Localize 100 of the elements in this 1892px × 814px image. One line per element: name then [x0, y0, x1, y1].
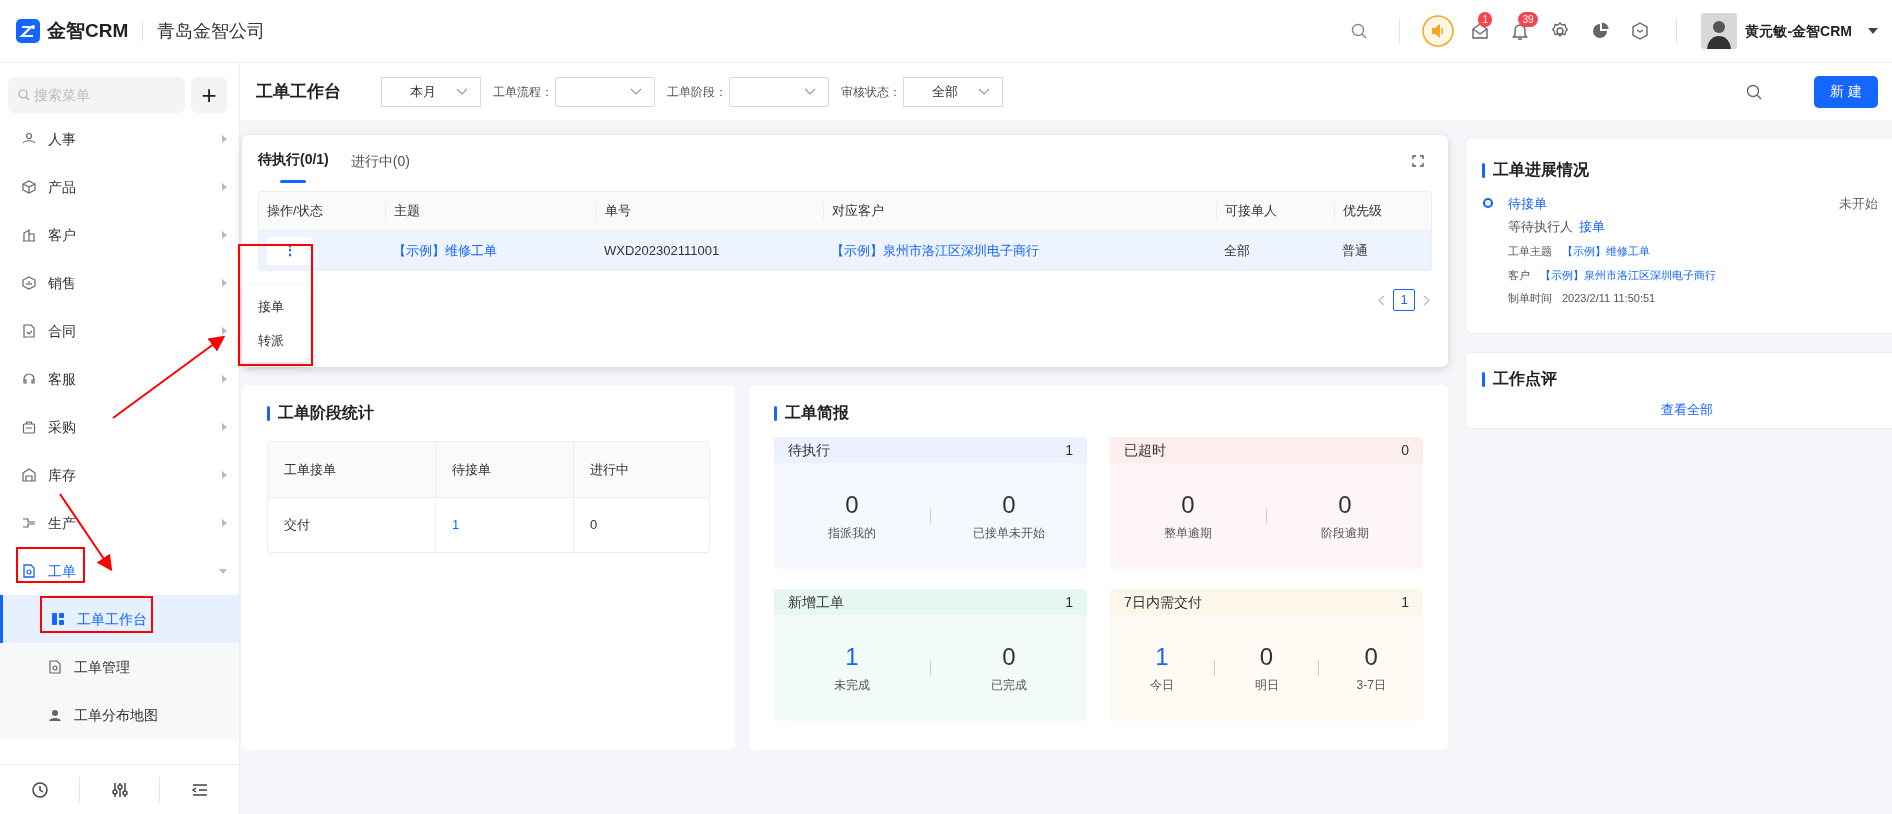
chevron-down-icon [630, 88, 642, 95]
caret-down-icon [219, 568, 227, 574]
search-icon[interactable] [1746, 83, 1762, 100]
field-link[interactable]: 【示例】泉州市洛江区深圳电子商行 [1540, 266, 1716, 283]
step-name: 待接单 [1508, 195, 1547, 213]
title-marker [1482, 162, 1485, 178]
step-status: 未开始 [1839, 195, 1878, 213]
metric-value: 1 [1155, 642, 1169, 672]
tab[interactable]: 进行中(0) [350, 139, 410, 183]
menu-item[interactable]: 接单 [242, 290, 310, 324]
metric-label: 今日 [1149, 677, 1174, 694]
metric-label: 3-7日 [1356, 677, 1386, 694]
menu-item[interactable]: 转派 [242, 324, 310, 358]
column-header: 单号 [596, 201, 823, 221]
section-title: 工作点评 [1493, 369, 1557, 389]
add-button[interactable]: + [191, 77, 227, 113]
accept-link[interactable]: 接单 [1579, 216, 1605, 236]
search-icon[interactable] [1351, 23, 1368, 39]
column-header: 进行中 [573, 442, 709, 497]
section-title: 工单简报 [785, 403, 849, 423]
chevron-down-icon [804, 88, 816, 95]
sidebar-item[interactable]: 生产 [0, 499, 239, 547]
pie-chart-icon[interactable] [1590, 21, 1611, 41]
panel-title: 待执行 [788, 440, 830, 460]
column-header: 对应客户 [823, 201, 1216, 221]
sidebar-item[interactable]: 客服 [0, 355, 239, 403]
panel-count: 1 [1401, 592, 1409, 612]
metric-value: 0 [1181, 490, 1195, 520]
caret-right-icon [222, 327, 227, 335]
sidebar-item[interactable]: 合同 [0, 307, 239, 355]
table-cell-text: 交付 [284, 516, 310, 535]
page-button[interactable]: 1 [1393, 289, 1415, 311]
sidebar-item[interactable]: 人事 [0, 115, 239, 163]
filter-label: 审核状态： [841, 83, 901, 101]
metric-label: 已完成 [991, 677, 1027, 694]
field-label: 工单主题 [1508, 244, 1552, 259]
envelope-icon[interactable] [1470, 21, 1491, 41]
panel-title: 新增工单 [788, 592, 844, 612]
view-all-link[interactable]: 查看全部 [1661, 403, 1713, 417]
submenu-item[interactable]: 工单分布地图 [0, 691, 239, 739]
panel-count: 1 [1065, 592, 1073, 612]
bag-icon [22, 420, 36, 434]
chevron-down-icon [978, 88, 990, 95]
caret-right-icon [222, 279, 227, 287]
caret-right-icon [222, 423, 227, 431]
sidebar-item[interactable]: 客户 [0, 211, 239, 259]
person-icon [22, 132, 36, 146]
caret-down-icon[interactable] [1868, 28, 1878, 34]
headset-icon [22, 372, 36, 386]
metric-value: 0 [1259, 642, 1274, 672]
panel-title: 已超时 [1124, 440, 1166, 460]
column-header: 工单接单 [283, 460, 337, 479]
title-marker [774, 405, 777, 421]
caret-right-icon [222, 471, 227, 479]
dropdown[interactable]: 本月 [381, 76, 481, 107]
hexagon-icon[interactable] [1630, 21, 1651, 41]
submenu-item[interactable]: 工单管理 [0, 643, 239, 691]
search-field[interactable]: 搜索菜单 [8, 77, 185, 113]
user-name[interactable]: 黄元敏-金智CRM [1745, 20, 1852, 42]
column-header: 主题 [385, 201, 596, 221]
metric-label: 未完成 [834, 677, 870, 694]
metric-value: 1 [845, 642, 859, 672]
metric-value: 0 [845, 490, 859, 520]
fullscreen-icon[interactable] [1412, 155, 1424, 167]
submenu-item[interactable]: 工单工作台 [0, 595, 239, 643]
warehouse-icon [22, 468, 36, 482]
metric-value: 0 [1002, 490, 1016, 520]
brand-name: 金智CRM [47, 18, 129, 43]
panel-count: 0 [1401, 440, 1409, 460]
metric-label: 指派我的 [828, 525, 876, 542]
caret-right-icon [222, 231, 227, 239]
sidebar-item[interactable]: 库存 [0, 451, 239, 499]
metric-value: 0 [1364, 642, 1378, 672]
notification-badge: 1 [1478, 12, 1492, 27]
metric-label: 明日 [1254, 677, 1279, 694]
document-icon [22, 564, 36, 578]
sliders-icon[interactable] [110, 780, 129, 799]
column-header: 待接单 [435, 442, 573, 497]
avatar[interactable] [1701, 13, 1738, 49]
table-link[interactable]: 【示例】维修工单 [393, 242, 497, 258]
table-cell: WXD202302111001 [604, 242, 720, 258]
table-link[interactable]: 【示例】泉州市洛江区深圳电子商行 [831, 242, 1039, 258]
field-link[interactable]: 【示例】维修工单 [1562, 243, 1650, 260]
field-value: 2023/2/11 11:50:51 [1562, 291, 1656, 306]
sidebar-item[interactable]: 工单 [0, 547, 239, 595]
sidebar-item[interactable]: 采购 [0, 403, 239, 451]
table-link[interactable]: 1 [452, 515, 460, 535]
sidebar-item[interactable]: 销售 [0, 259, 239, 307]
building-icon [22, 228, 36, 242]
chevron-down-icon [456, 88, 468, 95]
sidebar-item[interactable]: 产品 [0, 163, 239, 211]
logo-icon [16, 19, 40, 43]
page-title: 工单工作台 [256, 80, 341, 103]
new-button[interactable]: 新 建 [1814, 75, 1878, 108]
section-title: 工单进展情况 [1493, 160, 1589, 180]
dropdown[interactable]: 全部 [903, 76, 1003, 107]
dashboard-icon [51, 612, 65, 626]
history-icon[interactable] [30, 780, 49, 799]
tab[interactable]: 待执行(0/1) [258, 139, 329, 183]
document-icon [22, 324, 36, 338]
